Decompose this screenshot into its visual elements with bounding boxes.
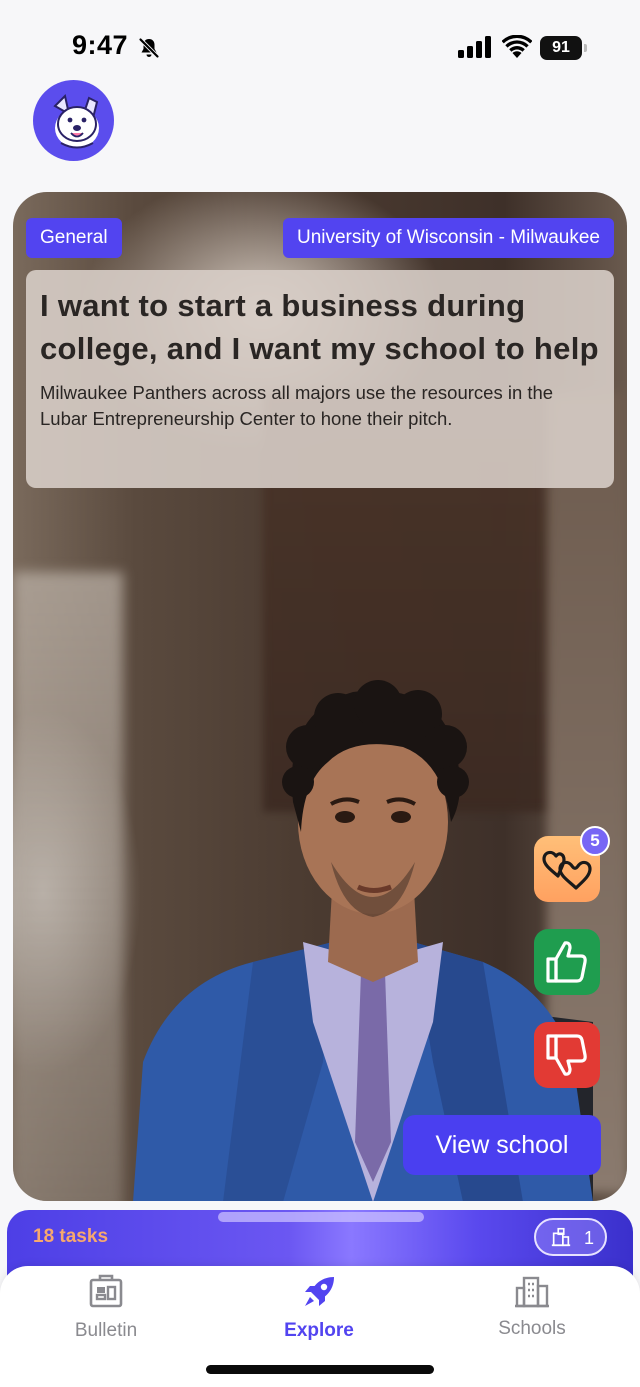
like-button[interactable] [534, 929, 600, 995]
battery-cap [584, 44, 587, 52]
buildings-icon [515, 1276, 549, 1308]
nav-label-bulletin: Bulletin [74, 1320, 138, 1341]
status-bar: 9:47 91 [0, 0, 640, 80]
bulletin-board-icon [89, 1274, 123, 1308]
rocket-icon [305, 1277, 334, 1306]
nav-tab-bulletin[interactable]: Bulletin [16, 1266, 196, 1356]
cellular-signal-icon [458, 36, 491, 58]
dog-mascot-icon [53, 94, 99, 149]
student-photo [133, 680, 593, 1201]
category-tag[interactable]: General [26, 218, 122, 258]
thumbs-up-icon [546, 941, 587, 983]
wifi-icon [502, 35, 532, 58]
school-tag[interactable]: University of Wisconsin - Milwaukee [282, 218, 614, 258]
story-description: Milwaukee Panthers across all majors use… [40, 382, 554, 429]
schools-count-pill[interactable]: 1 [534, 1218, 607, 1256]
home-indicator[interactable] [206, 1365, 434, 1374]
favorite-count-badge: 5 [580, 826, 610, 856]
story-headline: I want to start a business during colleg… [40, 288, 599, 366]
profile-avatar[interactable] [33, 80, 114, 161]
story-card[interactable]: General University of Wisconsin - Milwau… [13, 192, 627, 1201]
background-pillar-left [13, 572, 123, 1201]
explore-screen: 9:47 91 General University of Wisconsin … [0, 0, 640, 1387]
story-text-box: I want to start a business during colleg… [26, 270, 614, 488]
dislike-button[interactable] [534, 1022, 600, 1088]
tasks-drag-handle[interactable] [218, 1212, 424, 1222]
schools-count: 1 [584, 1228, 595, 1248]
nav-tab-explore[interactable]: Explore [229, 1266, 409, 1356]
thumbs-down-icon [546, 1034, 587, 1076]
bell-off-icon [139, 38, 159, 58]
battery-level: 91 [540, 36, 582, 60]
status-time: 9:47 [72, 30, 129, 60]
nav-label-schools: Schools [498, 1318, 566, 1339]
nav-label-explore: Explore [284, 1320, 354, 1341]
nav-tab-schools[interactable]: Schools [442, 1266, 622, 1356]
building-icon [551, 1227, 571, 1247]
tasks-count-label: 18 tasks [33, 1226, 109, 1247]
battery-indicator: 91 [540, 36, 588, 60]
view-school-button[interactable]: View school [403, 1115, 601, 1175]
